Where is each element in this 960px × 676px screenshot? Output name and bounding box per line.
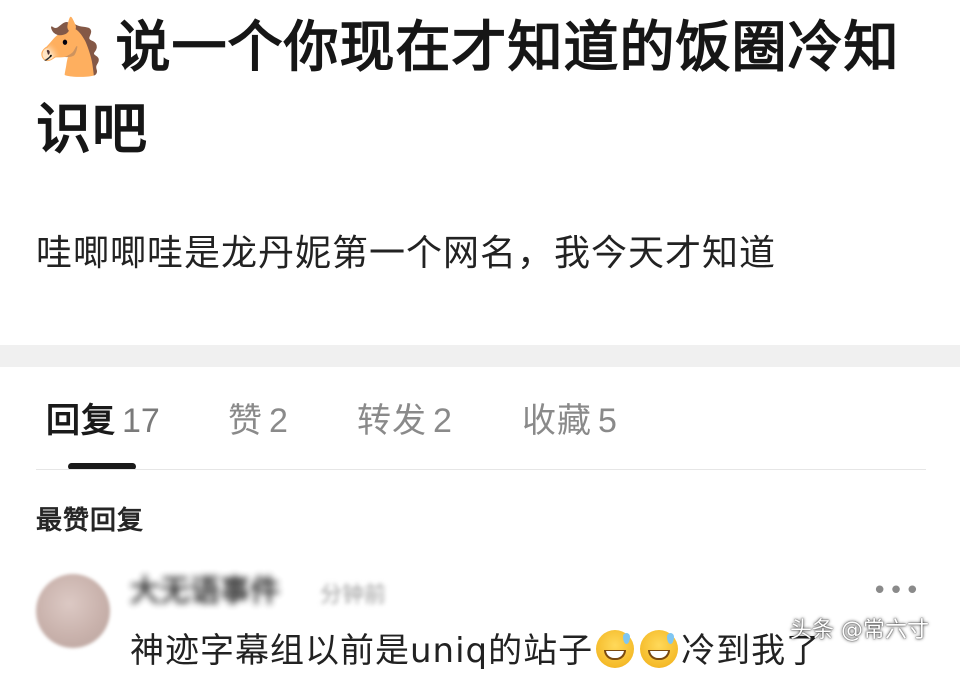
tab-count: 2: [269, 402, 288, 440]
horse-icon: 🐴: [36, 15, 106, 79]
section-heading: 最赞回复: [36, 506, 145, 536]
sweat-smile-icon: [596, 630, 635, 668]
sweat-smile-icon: [640, 630, 679, 668]
post-body: 哇唧唧哇是龙丹妮第一个网名，我今天才知道: [36, 233, 777, 274]
tabs-divider-line: [36, 469, 926, 470]
avatar[interactable]: [36, 574, 110, 648]
reply-author[interactable]: 大无语事件: [130, 570, 280, 614]
watermark: 头条 @常六寸: [790, 618, 929, 643]
section-divider: [0, 345, 960, 367]
tab-label: 回复: [46, 401, 116, 441]
tab-label: 收藏: [522, 401, 592, 441]
reply-timestamp: 分钟前: [320, 583, 387, 608]
tab-replies[interactable]: 回复 17: [46, 392, 160, 450]
reply-text-start: 神迹字幕组以前是uniq的站子: [130, 631, 594, 671]
tab-label: 转发: [357, 401, 427, 441]
tab-count: 2: [433, 402, 452, 440]
reply-text: 神迹字幕组以前是uniq的站子 冷到我了: [130, 626, 821, 676]
tab-label: 赞: [228, 401, 263, 441]
tab-reposts[interactable]: 转发 2: [357, 392, 452, 450]
post-title: 🐴 说一个你现在才知道的饭圈冷知识吧: [36, 6, 916, 170]
tab-bar: 回复 17 赞2 转发 2 收藏 5: [0, 392, 960, 452]
post-title-text: 说一个你现在才知道的饭圈冷知识吧: [36, 15, 900, 161]
tab-likes[interactable]: 赞2: [228, 392, 288, 450]
tab-count: 5: [598, 402, 617, 440]
more-options-button[interactable]: •••: [872, 576, 920, 606]
tab-count: 17: [122, 402, 160, 440]
tab-favorites[interactable]: 收藏 5: [522, 392, 617, 450]
